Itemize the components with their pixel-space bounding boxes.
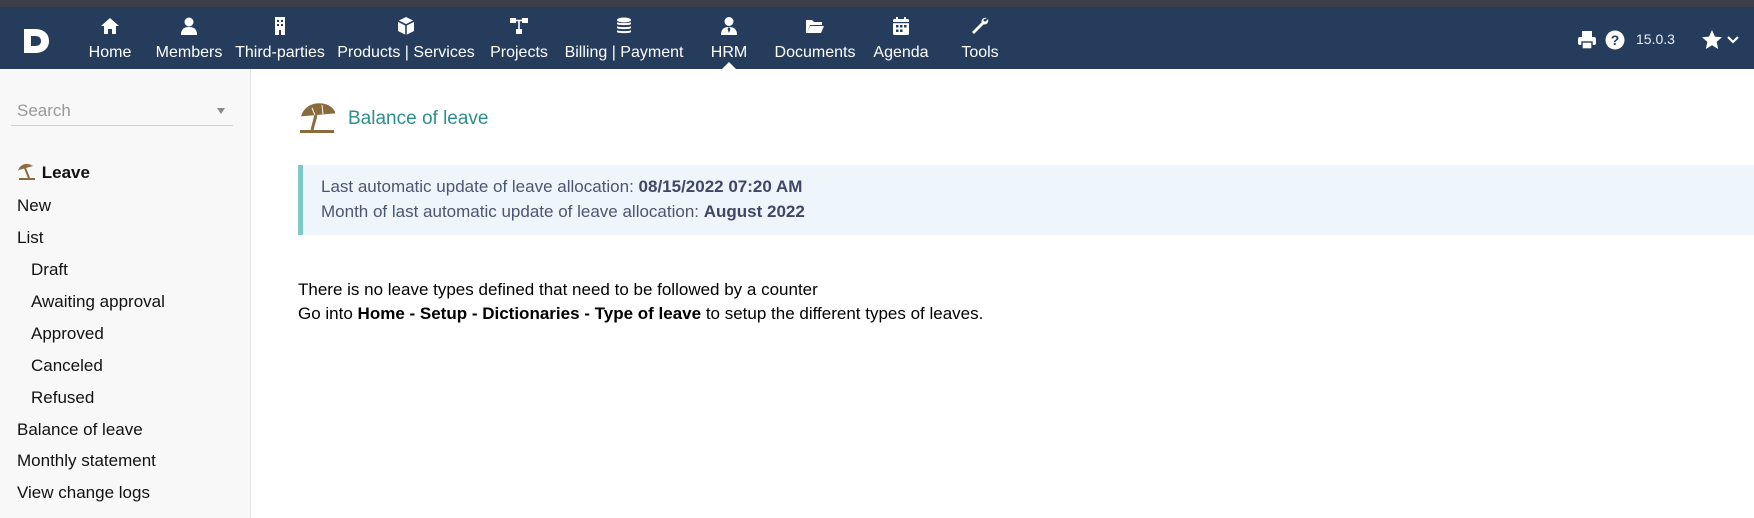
- window-top-strip: [0, 0, 1754, 7]
- version-label: 15.0.3: [1636, 31, 1675, 47]
- menu-agenda[interactable]: Agenda: [872, 7, 930, 69]
- sidebar-item-refused[interactable]: Refused: [31, 388, 94, 408]
- sidebar-section-leave-label: Leave: [41, 163, 90, 182]
- menu-billing-payment[interactable]: Billing | Payment: [563, 7, 685, 69]
- no-leave-types-message: There is no leave types defined that nee…: [298, 280, 818, 299]
- bookmarks-star-icon[interactable]: [1701, 29, 1723, 51]
- setup-path: Home - Setup - Dictionaries - Type of le…: [357, 304, 702, 323]
- sidebar-item-awaiting-approval[interactable]: Awaiting approval: [31, 292, 165, 312]
- sidebar-item-monthly-statement[interactable]: Monthly statement: [17, 451, 156, 471]
- search-select[interactable]: Search: [11, 99, 233, 126]
- help-icon[interactable]: ?: [1605, 30, 1625, 50]
- menu-third-parties-label: Third-parties: [235, 44, 325, 61]
- setup-instructions-suffix: to setup the different types of leaves.: [701, 304, 984, 323]
- coins-icon: [617, 17, 631, 34]
- dolibarr-logo[interactable]: [20, 25, 52, 57]
- wrench-icon: [972, 17, 989, 34]
- sidebar-item-canceled[interactable]: Canceled: [31, 356, 103, 376]
- search-placeholder: Search: [17, 101, 71, 120]
- last-month-line: Month of last automatic update of leave …: [321, 202, 805, 222]
- user-tie-icon: [721, 17, 737, 35]
- dropdown-caret-icon: [217, 108, 225, 114]
- menu-home[interactable]: Home: [84, 7, 136, 69]
- beach-umbrella-icon: [18, 163, 35, 180]
- sitemap-icon: [510, 18, 528, 34]
- print-icon[interactable]: [1577, 30, 1597, 50]
- menu-hrm[interactable]: HRM: [705, 7, 753, 69]
- menu-documents-label: Documents: [774, 44, 856, 61]
- last-update-line: Last automatic update of leave allocatio…: [321, 177, 802, 197]
- info-box: Last automatic update of leave allocatio…: [298, 165, 1754, 235]
- menu-products-services[interactable]: Products | Services: [336, 7, 476, 69]
- sidebar-section-leave[interactable]: Leave: [17, 162, 90, 183]
- menu-home-label: Home: [88, 44, 132, 61]
- chevron-down-icon[interactable]: [1727, 35, 1739, 45]
- calendar-icon: [893, 17, 909, 35]
- menu-members-label: Members: [155, 44, 223, 61]
- folder-open-icon: [806, 20, 824, 33]
- menu-agenda-label: Agenda: [873, 44, 929, 61]
- menu-projects-label: Projects: [490, 44, 548, 61]
- setup-instructions: Go into Home - Setup - Dictionaries - Ty…: [298, 304, 983, 324]
- menu-tools-label: Tools: [961, 44, 999, 61]
- building-icon: [275, 17, 285, 35]
- menu-billing-payment-label: Billing | Payment: [564, 44, 684, 61]
- beach-umbrella-icon: [300, 103, 336, 133]
- sidebar-item-new[interactable]: New: [17, 196, 51, 216]
- sidebar-item-balance-of-leave[interactable]: Balance of leave: [17, 420, 143, 440]
- menu-tools[interactable]: Tools: [955, 7, 1005, 69]
- last-update-label: Last automatic update of leave allocatio…: [321, 177, 639, 196]
- menu-products-services-label: Products | Services: [337, 44, 475, 61]
- sidebar-item-draft[interactable]: Draft: [31, 260, 68, 280]
- menu-third-parties[interactable]: Third-parties: [235, 7, 325, 69]
- user-icon: [181, 17, 197, 35]
- last-month-value: August 2022: [703, 202, 805, 221]
- last-month-label: Month of last automatic update of leave …: [321, 202, 704, 221]
- last-update-value: 08/15/2022 07:20 AM: [638, 177, 803, 196]
- menu-hrm-label: HRM: [710, 44, 748, 61]
- setup-instructions-prefix: Go into: [298, 304, 358, 323]
- menu-documents[interactable]: Documents: [774, 7, 856, 69]
- home-icon: [101, 18, 119, 34]
- left-sidebar: Search Leave New List Draft Awaiting app…: [0, 69, 251, 518]
- page-title: Balance of leave: [348, 108, 489, 129]
- cube-icon: [397, 17, 415, 35]
- sidebar-item-list[interactable]: List: [17, 228, 43, 248]
- menu-projects[interactable]: Projects: [487, 7, 551, 69]
- sidebar-item-approved[interactable]: Approved: [31, 324, 104, 344]
- menu-members[interactable]: Members: [154, 7, 224, 69]
- top-navigation-bar: Home Members Third-parties Products | Se…: [0, 7, 1754, 69]
- svg-text:?: ?: [1611, 32, 1620, 48]
- sidebar-item-view-change-logs[interactable]: View change logs: [17, 483, 150, 503]
